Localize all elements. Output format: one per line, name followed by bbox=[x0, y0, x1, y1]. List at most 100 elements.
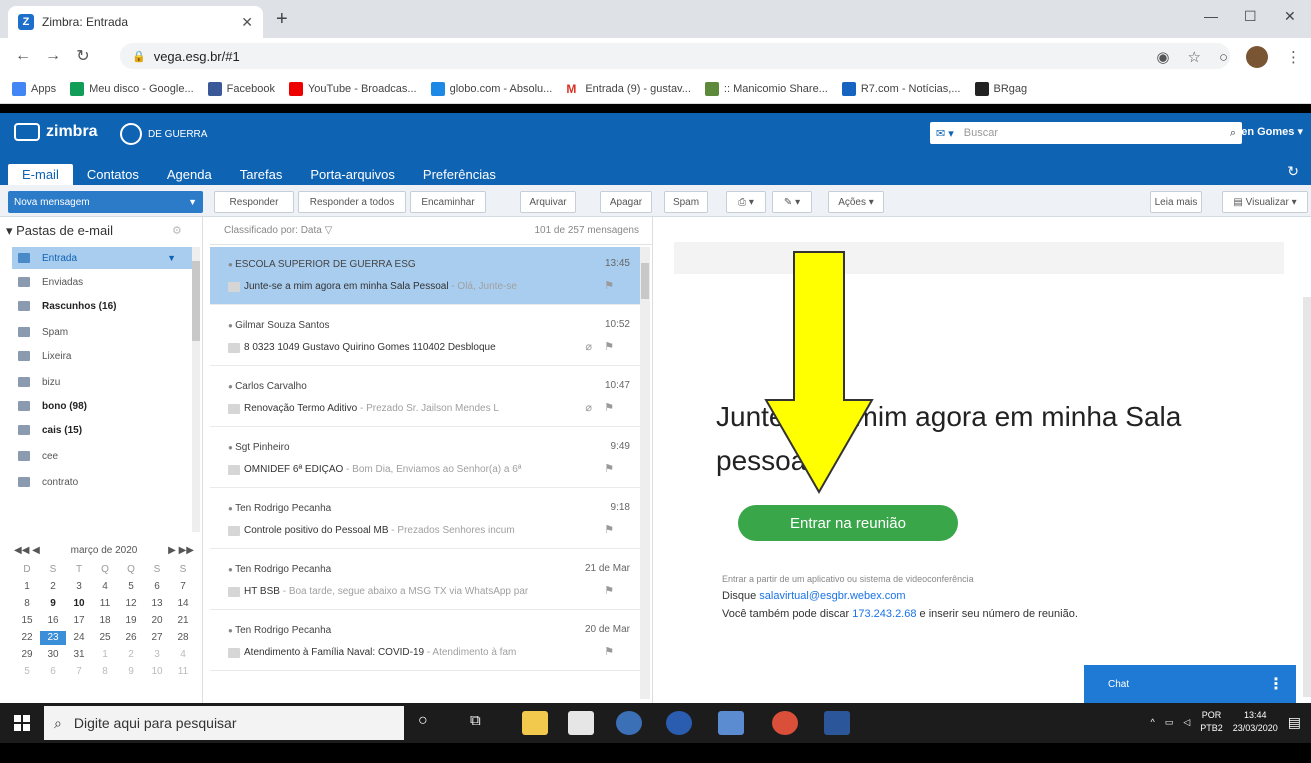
bookmark-drive[interactable]: Meu disco - Google... bbox=[70, 81, 194, 96]
bookmark-globo[interactable]: globo.com - Absolu... bbox=[430, 81, 552, 96]
folder-cee[interactable]: cee bbox=[12, 445, 192, 467]
calendar-day[interactable]: 20 bbox=[144, 614, 170, 628]
folder-spam[interactable]: Spam bbox=[12, 321, 192, 343]
calendar-day[interactable]: 30 bbox=[40, 648, 66, 662]
calendar-day[interactable]: 16 bbox=[40, 614, 66, 628]
folder-sent[interactable]: Enviadas bbox=[12, 271, 192, 293]
message-row[interactable]: ESCOLA SUPERIOR DE GUERRA ESG 13:45 Junte-… bbox=[210, 247, 640, 305]
network-tray-icon[interactable]: ▭ bbox=[1165, 717, 1174, 728]
calendar-day[interactable]: 5 bbox=[14, 665, 40, 679]
calendar-day[interactable]: 26 bbox=[118, 631, 144, 645]
avatar[interactable] bbox=[1246, 46, 1268, 68]
reload-icon[interactable]: ↻ bbox=[68, 46, 98, 66]
flag-icon[interactable]: ⚑ bbox=[604, 523, 614, 536]
folder-bono[interactable]: bono (98) bbox=[12, 395, 192, 417]
calendar-day[interactable]: 31 bbox=[66, 648, 92, 662]
reply-button[interactable]: Responder bbox=[214, 191, 294, 213]
calendar-day[interactable]: 6 bbox=[40, 665, 66, 679]
back-icon[interactable]: ← bbox=[8, 47, 38, 65]
gear-icon[interactable]: ⚙ bbox=[172, 224, 182, 237]
calendar-day[interactable]: 1 bbox=[92, 648, 118, 662]
folder-inbox[interactable]: Entrada ▼ bbox=[12, 247, 192, 269]
browser-tab[interactable]: Z Zimbra: Entrada ✕ bbox=[8, 6, 263, 38]
tray-chevron-icon[interactable]: ^ bbox=[1151, 717, 1155, 727]
ip-link[interactable]: 173.243.2.68 bbox=[852, 608, 916, 620]
calendar-day[interactable]: 7 bbox=[170, 580, 196, 594]
calendar-day[interactable]: 12 bbox=[118, 597, 144, 611]
excel-viewer-icon[interactable] bbox=[666, 711, 692, 735]
flag-icon[interactable]: ⚑ bbox=[604, 279, 614, 292]
forward-button[interactable]: Encaminhar bbox=[410, 191, 486, 213]
scrollbar-thumb[interactable] bbox=[641, 263, 649, 299]
app-icon[interactable] bbox=[616, 711, 642, 735]
chat-panel[interactable]: Chat ⋮ bbox=[1084, 665, 1296, 703]
tag-button[interactable]: ✎ ▾ bbox=[772, 191, 812, 213]
extension-icon[interactable]: ◉ bbox=[1156, 48, 1169, 66]
archive-button[interactable]: Arquivar bbox=[520, 191, 576, 213]
read-more-button[interactable]: Leia mais bbox=[1150, 191, 1202, 213]
calendar-day[interactable]: 4 bbox=[92, 580, 118, 594]
chevron-down-icon[interactable]: ▼ bbox=[167, 253, 176, 263]
task-view-icon[interactable]: ⧉ bbox=[470, 712, 481, 729]
cortana-icon[interactable]: ○ bbox=[418, 712, 428, 730]
actions-button[interactable]: Ações ▾ bbox=[828, 191, 884, 213]
folder-trash[interactable]: Lixeira bbox=[12, 345, 192, 367]
next-year-icon[interactable]: ▶ ▶▶ bbox=[168, 545, 194, 556]
calendar-day[interactable]: 14 bbox=[170, 597, 196, 611]
network-icon[interactable] bbox=[718, 711, 744, 735]
more-icon[interactable]: ⋮ bbox=[1268, 674, 1284, 694]
list-scrollbar[interactable] bbox=[640, 247, 650, 699]
chrome-icon[interactable] bbox=[772, 711, 798, 735]
message-row[interactable]: Ten Rodrigo Pecanha 21 de Mar HT BSB - Boa… bbox=[210, 552, 640, 610]
user-menu[interactable]: Ten Gomes ▾ bbox=[1235, 125, 1303, 138]
calendar-day[interactable]: 3 bbox=[66, 580, 92, 594]
calendar-day[interactable]: 4 bbox=[170, 648, 196, 662]
tab-contacts[interactable]: Contatos bbox=[73, 164, 153, 185]
file-explorer-icon[interactable] bbox=[522, 711, 548, 735]
star-icon[interactable]: ☆ bbox=[1187, 48, 1200, 66]
calendar-day[interactable]: 11 bbox=[92, 597, 118, 611]
calendar-day[interactable]: 21 bbox=[170, 614, 196, 628]
sync-icon[interactable]: ○ bbox=[1219, 49, 1228, 66]
calendar-day[interactable]: 7 bbox=[66, 665, 92, 679]
search-type-icon[interactable]: ✉ ▾ bbox=[936, 127, 954, 140]
windows-start-icon[interactable] bbox=[14, 715, 30, 731]
mail-icon[interactable] bbox=[568, 711, 594, 735]
folder-cais[interactable]: cais (15) bbox=[12, 419, 192, 441]
bookmark-gmail[interactable]: M Entrada (9) - gustav... bbox=[566, 81, 691, 96]
message-row[interactable]: Gilmar Souza Santos 10:52 8 0323 1049 Gust… bbox=[210, 308, 640, 366]
calendar-day[interactable]: 3 bbox=[144, 648, 170, 662]
calendar-day[interactable]: 22 bbox=[14, 631, 40, 645]
folder-contrato[interactable]: contrato bbox=[12, 471, 192, 493]
clock[interactable]: 13:44 23/03/2020 bbox=[1233, 709, 1278, 735]
volume-icon[interactable]: ◁ bbox=[1183, 717, 1190, 728]
calendar-day[interactable]: 13 bbox=[144, 597, 170, 611]
calendar-day[interactable]: 23 bbox=[40, 631, 66, 645]
window-close-icon[interactable]: ✕ bbox=[1284, 8, 1296, 25]
flag-icon[interactable]: ⚑ bbox=[604, 340, 614, 353]
minimize-icon[interactable]: — bbox=[1204, 8, 1218, 24]
calendar-day[interactable]: 2 bbox=[118, 648, 144, 662]
refresh-icon[interactable]: ↻ bbox=[1287, 163, 1299, 180]
calendar-day[interactable]: 9 bbox=[40, 597, 66, 611]
calendar-day[interactable]: 6 bbox=[144, 580, 170, 594]
url-field[interactable]: 🔒 vega.esg.br/#1 bbox=[120, 43, 1230, 69]
search-input[interactable]: ✉ ▾ Buscar ⌕ bbox=[930, 122, 1242, 144]
folder-drafts[interactable]: Rascunhos (16) bbox=[12, 295, 192, 317]
bookmark-brgag[interactable]: BRgag bbox=[974, 81, 1027, 96]
tab-email[interactable]: E-mail bbox=[8, 164, 73, 185]
bookmark-youtube[interactable]: YouTube - Broadcas... bbox=[288, 81, 417, 96]
print-button[interactable]: ⎙ ▾ bbox=[726, 191, 766, 213]
close-icon[interactable]: ✕ bbox=[241, 14, 253, 31]
message-row[interactable]: Sgt Pinheiro 9:49 OMNIDEF 6ª EDIÇÃO - Bom … bbox=[210, 430, 640, 488]
tab-briefcase[interactable]: Porta-arquivos bbox=[296, 164, 409, 185]
reading-scrollbar[interactable] bbox=[1303, 297, 1311, 697]
calendar-day[interactable]: 5 bbox=[118, 580, 144, 594]
calendar-day[interactable]: 15 bbox=[14, 614, 40, 628]
taskbar-search-input[interactable]: ⌕ Digite aqui para pesquisar bbox=[44, 706, 404, 740]
calendar-day[interactable]: 8 bbox=[92, 665, 118, 679]
calendar-day[interactable]: 18 bbox=[92, 614, 118, 628]
flag-icon[interactable]: ⚑ bbox=[604, 401, 614, 414]
bookmark-r7[interactable]: R7.com - Notícias,... bbox=[841, 81, 961, 96]
bookmark-facebook[interactable]: Facebook bbox=[207, 81, 275, 96]
